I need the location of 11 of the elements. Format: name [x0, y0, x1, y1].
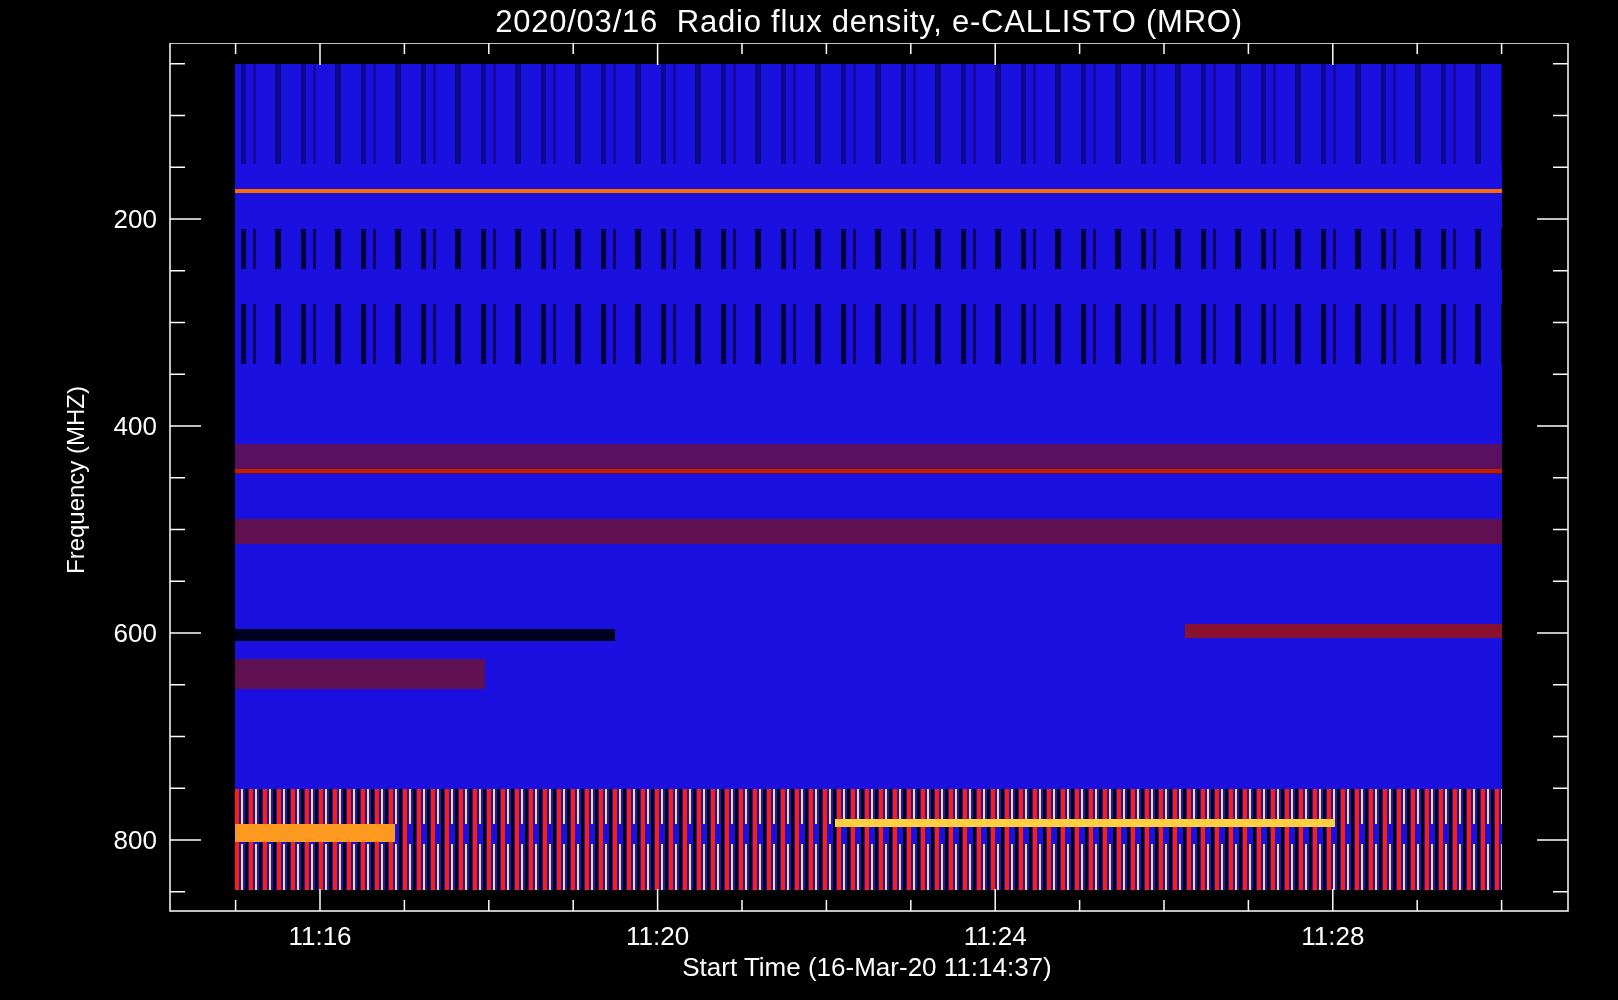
x-tick-label: 11:20 [626, 921, 690, 951]
x-tick-label: 11:24 [963, 921, 1027, 951]
y-tick-label: 200 [113, 204, 157, 234]
x-tick-label: 11:28 [1301, 921, 1365, 951]
x-axis-title: Start Time (16-Mar-20 11:14:37) [682, 952, 1052, 982]
y-tick-label: 600 [113, 618, 157, 648]
chart-title: 2020/03/16 Radio flux density, e-CALLISTO (MRO) [495, 3, 1243, 41]
y-tick-label: 400 [113, 411, 157, 441]
x-tick-label: 11:16 [288, 921, 352, 951]
y-axis-title: Frequency (MHZ) [62, 386, 89, 574]
y-tick-label: 800 [113, 825, 157, 855]
